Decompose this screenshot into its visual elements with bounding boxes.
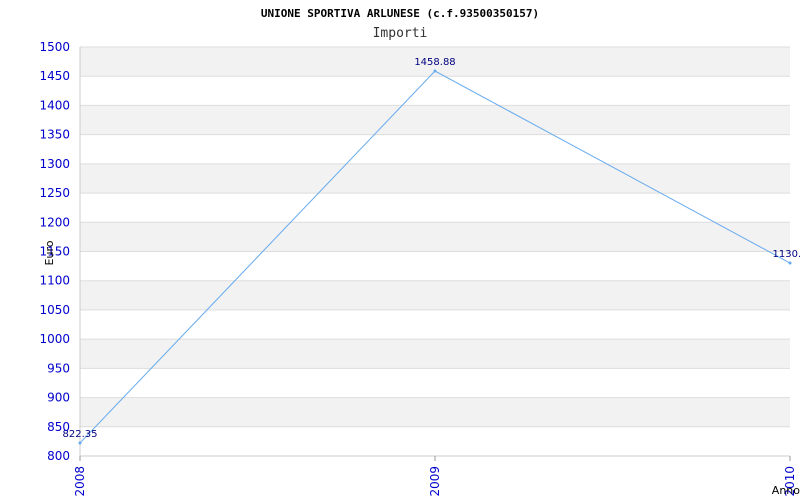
y-tick-label: 900 (47, 391, 70, 405)
grid-band (80, 193, 790, 222)
y-tick-label: 950 (47, 361, 70, 375)
y-tick-label: 1250 (39, 186, 70, 200)
grid-band (80, 427, 790, 456)
y-axis-label: Euro (43, 240, 56, 265)
grid-band (80, 105, 790, 134)
grid-band (80, 252, 790, 281)
line-chart: 822.351458.881130.3 80085090095010001050… (0, 0, 800, 500)
data-point (79, 441, 82, 444)
grid-band (80, 281, 790, 310)
y-tick-label: 1500 (39, 40, 70, 54)
x-tick-label: 2009 (428, 466, 442, 497)
data-label: 1130.3 (773, 249, 800, 260)
y-tick-label: 1200 (39, 215, 70, 229)
grid-band (80, 310, 790, 339)
x-tick-label: 2008 (73, 466, 87, 497)
grid-band (80, 398, 790, 427)
y-tick-label: 1300 (39, 157, 70, 171)
chart-subtitle: Importi (373, 26, 428, 41)
data-label: 1458.88 (414, 57, 455, 68)
y-tick-label: 1050 (39, 303, 70, 317)
y-tick-label: 1000 (39, 332, 70, 346)
y-tick-label: 800 (47, 449, 70, 463)
chart-title: UNIONE SPORTIVA ARLUNESE (c.f.9350035015… (261, 7, 539, 20)
y-tick-label: 1400 (39, 98, 70, 112)
grid-band (80, 339, 790, 368)
chart-container: 822.351458.881130.3 80085090095010001050… (0, 0, 800, 500)
grid-band (80, 368, 790, 397)
grid-band (80, 164, 790, 193)
data-point (789, 262, 792, 265)
grid-band (80, 222, 790, 251)
grid-band (80, 135, 790, 164)
y-tick-label: 1100 (39, 274, 70, 288)
x-tick-labels: 200820092010 (73, 466, 797, 497)
grid-band (80, 76, 790, 105)
y-tick-label: 1450 (39, 69, 70, 83)
x-axis-label: Anno (772, 484, 800, 497)
y-tick-label: 850 (47, 420, 70, 434)
data-point (434, 70, 437, 73)
y-tick-label: 1350 (39, 128, 70, 142)
